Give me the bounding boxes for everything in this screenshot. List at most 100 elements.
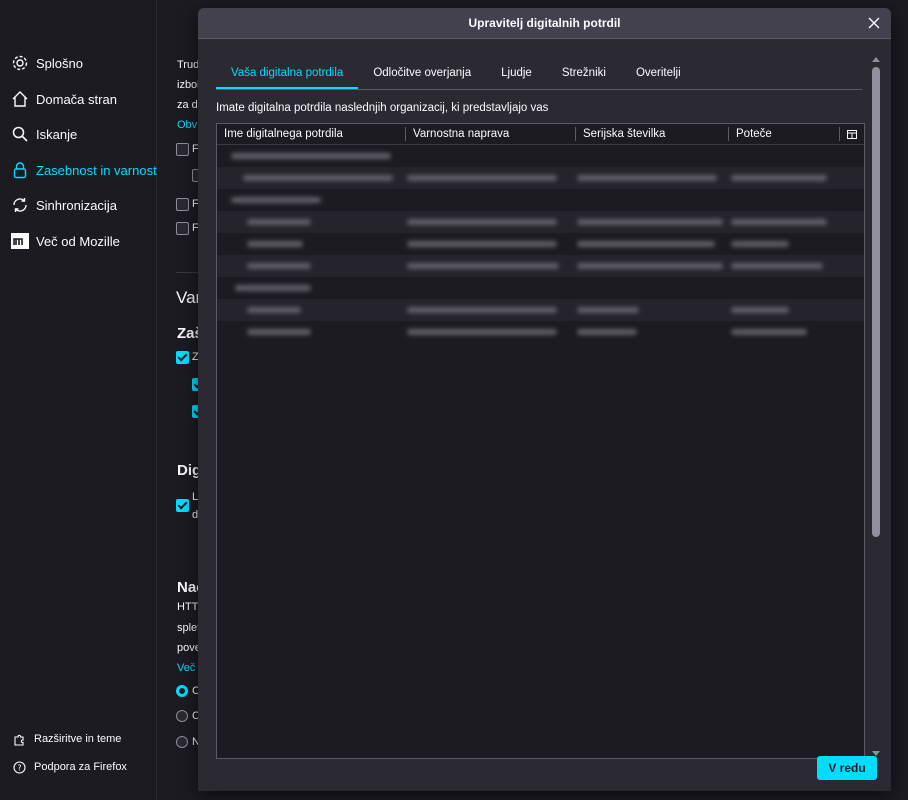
footer-label: Razširitve in teme <box>34 733 122 745</box>
column-header-expires[interactable]: Poteče <box>729 124 836 144</box>
bg-text: splet <box>177 622 201 634</box>
redacted-cell <box>235 277 311 299</box>
column-header-name[interactable]: Ime digitalnega potrdila <box>217 124 404 144</box>
redacted-cell <box>577 211 723 233</box>
redacted-cell <box>731 321 807 343</box>
bg-text: HTT <box>177 601 199 613</box>
table-row[interactable] <box>217 277 864 299</box>
sidebar-item-mozilla[interactable]: Več od Mozille <box>10 229 120 253</box>
footer-label: Podpora za Firefox <box>34 761 127 773</box>
sidebar-item-label: Domača stran <box>36 91 117 107</box>
redacted-cell <box>407 321 557 343</box>
redacted-cell <box>247 255 311 277</box>
tab-authorities[interactable]: Overitelji <box>621 61 696 89</box>
home-icon <box>10 89 30 109</box>
close-button[interactable] <box>865 14 883 32</box>
tab-servers[interactable]: Strežniki <box>547 61 621 89</box>
table-row[interactable] <box>217 233 864 255</box>
bg-radio[interactable] <box>176 710 188 722</box>
column-header-device[interactable]: Varnostna naprava <box>406 124 573 144</box>
search-icon <box>10 124 30 144</box>
redacted-cell <box>247 321 311 343</box>
table-row[interactable] <box>217 255 864 277</box>
redacted-cell <box>577 255 723 277</box>
mozilla-icon <box>10 231 30 251</box>
redacted-cell <box>407 299 557 321</box>
bg-link[interactable]: Obv <box>177 119 197 131</box>
sidebar-item-label: Zasebnost in varnost <box>36 162 157 178</box>
sidebar-item-general[interactable]: Splošno <box>10 51 83 75</box>
bg-checkbox[interactable] <box>176 351 189 364</box>
redacted-cell <box>407 233 557 255</box>
redacted-cell <box>247 233 303 255</box>
table-row[interactable] <box>217 299 864 321</box>
bg-text: za d <box>177 99 198 111</box>
sidebar-item-label: Splošno <box>36 55 83 71</box>
redacted-cell <box>731 167 827 189</box>
redacted-cell <box>247 299 301 321</box>
bg-checkbox[interactable] <box>176 143 189 156</box>
bg-radio[interactable] <box>176 685 188 697</box>
preferences-sidebar: Splošno Domača stran Iskanje Zasebnost i… <box>0 0 157 800</box>
column-picker-button[interactable] <box>840 124 864 144</box>
bg-checkbox[interactable] <box>176 499 189 512</box>
redacted-cell <box>577 167 717 189</box>
ok-button[interactable]: V redu <box>817 756 877 780</box>
redacted-cell <box>407 211 557 233</box>
puzzle-icon <box>12 732 26 746</box>
tab-people[interactable]: Ljudje <box>486 61 547 89</box>
column-picker-icon <box>847 129 857 139</box>
table-row[interactable] <box>217 211 864 233</box>
sidebar-item-label: Sinhronizacija <box>36 197 117 213</box>
dialog-title: Upravitelj digitalnih potrdil <box>198 8 891 39</box>
redacted-cell <box>731 233 789 255</box>
sidebar-addons-link[interactable]: Razširitve in teme <box>12 729 121 749</box>
redacted-cell <box>577 233 715 255</box>
help-icon: ? <box>12 760 26 774</box>
sidebar-item-privacy[interactable]: Zasebnost in varnost <box>10 158 157 182</box>
tab-your-certificates[interactable]: Vaša digitalna potrdila <box>216 61 359 89</box>
redacted-cell <box>407 255 559 277</box>
certificate-manager-dialog: Upravitelj digitalnih potrdil Vaša digit… <box>198 8 891 791</box>
bg-text: izbol <box>177 79 200 91</box>
lock-icon <box>10 160 30 180</box>
scroll-up-arrow[interactable] <box>871 55 881 63</box>
sidebar-item-label: Več od Mozille <box>36 233 120 249</box>
tab-divider <box>216 89 862 90</box>
redacted-cell <box>407 167 557 189</box>
bg-radio[interactable] <box>176 736 188 748</box>
redacted-cell <box>731 299 789 321</box>
sync-icon <box>10 195 30 215</box>
redacted-cell <box>243 167 393 189</box>
bg-checkbox[interactable] <box>176 222 189 235</box>
redacted-cell <box>247 211 311 233</box>
redacted-cell <box>231 189 321 211</box>
tab-authentication-decisions[interactable]: Odločitve overjanja <box>358 61 486 89</box>
gear-icon <box>10 53 30 73</box>
info-text: Imate digitalna potrdila naslednjih orga… <box>216 102 549 114</box>
table-row[interactable] <box>217 167 864 189</box>
sidebar-item-home[interactable]: Domača stran <box>10 87 117 111</box>
sidebar-item-search[interactable]: Iskanje <box>10 122 77 146</box>
redacted-cell <box>231 145 391 167</box>
table-header: Ime digitalnega potrdila Varnostna napra… <box>217 124 864 145</box>
table-row[interactable] <box>217 145 864 167</box>
scrollbar-thumb[interactable] <box>872 67 880 537</box>
vertical-scrollbar[interactable] <box>871 51 881 756</box>
redacted-cell <box>731 255 823 277</box>
bg-checkbox[interactable] <box>176 198 189 211</box>
redacted-cell <box>577 321 637 343</box>
bg-link[interactable]: Več <box>177 662 195 674</box>
sidebar-item-sync[interactable]: Sinhronizacija <box>10 193 117 217</box>
table-row[interactable] <box>217 189 864 211</box>
sidebar-item-label: Iskanje <box>36 126 78 142</box>
chevron-down-icon <box>872 750 880 756</box>
close-icon <box>868 17 880 29</box>
column-header-serial[interactable]: Serijska številka <box>576 124 733 144</box>
dialog-body: Vaša digitalna potrdila Odločitve overja… <box>198 39 891 791</box>
certificate-table: Ime digitalnega potrdila Varnostna napra… <box>216 123 865 759</box>
table-row[interactable] <box>217 321 864 343</box>
sidebar-support-link[interactable]: ? Podpora za Firefox <box>12 757 127 777</box>
svg-text:?: ? <box>17 763 21 772</box>
redacted-cell <box>577 299 639 321</box>
